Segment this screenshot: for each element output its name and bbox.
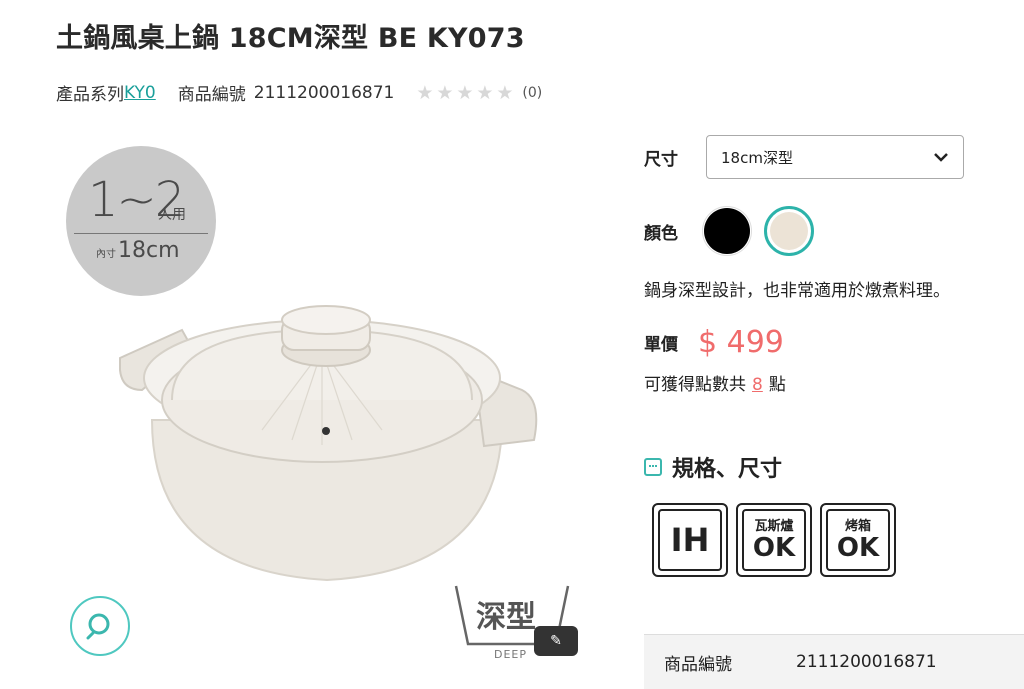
star-icon: ★ (496, 81, 514, 104)
pencil-icon: ✎ (550, 633, 562, 649)
ih-badge: IH (652, 503, 728, 577)
size-selected: 18cm深型 (721, 148, 793, 167)
deep-en-label: DEEP (494, 648, 528, 661)
star-icon: ★ (436, 81, 454, 104)
price-label: 單價 (644, 335, 678, 355)
product-description: 鍋身深型設計，也非常適用於燉煮料理。 (644, 281, 950, 301)
color-row: 顏色 (644, 206, 1024, 256)
spec-key: 商品編號 (664, 654, 732, 675)
gas-stove-badge: 瓦斯爐 OK (736, 503, 812, 577)
series-label: 產品系列 (56, 85, 124, 105)
price-value: $ 499 (698, 325, 784, 360)
capacity-badge: 1~2 人用 內寸18cm (66, 146, 216, 296)
color-swatch-black[interactable] (702, 206, 752, 256)
ruler-icon (644, 458, 662, 476)
spec-heading: 規格、尺寸 (644, 451, 1024, 483)
color-swatches (702, 206, 826, 256)
spec-table-row: 商品編號 2111200016871 (644, 634, 1024, 689)
points-link[interactable]: 8 (752, 375, 763, 395)
price-row: 單價 $ 499 (644, 325, 1024, 360)
product-title: 土鍋風桌上鍋 18CM深型 BE KY073 (56, 23, 525, 54)
pot-image (119, 305, 538, 582)
rating-stars[interactable]: ★ ★ ★ ★ ★ (416, 81, 516, 104)
star-icon: ★ (416, 81, 434, 104)
star-icon: ★ (476, 81, 494, 104)
zoom-button[interactable] (70, 596, 130, 656)
search-icon (86, 613, 110, 640)
color-swatch-beige[interactable] (764, 206, 814, 256)
size-label: 尺寸 (644, 149, 678, 170)
spec-value: 2111200016871 (796, 652, 937, 672)
review-count[interactable]: (0) (522, 85, 542, 101)
series-link[interactable]: KY0 (124, 83, 156, 103)
size-select[interactable]: 18cm深型 (706, 135, 964, 179)
chevron-down-icon (934, 153, 948, 162)
spec-badges: IH 瓦斯爐 OK 烤箱 OK (652, 503, 1024, 577)
deep-label: 深型 (476, 600, 536, 635)
product-options: 尺寸 18cm深型 顏色 鍋身深型設計，也非常適用於燉煮料理。 單價 $ 499… (644, 134, 1024, 577)
oven-badge: 烤箱 OK (820, 503, 896, 577)
star-icon: ★ (456, 81, 474, 104)
sku-label: 商品編號 (177, 85, 246, 105)
product-meta: 產品系列 KY0 商品編號 2111200016871 ★ ★ ★ ★ ★ (0… (56, 80, 542, 106)
badge-divider (74, 233, 208, 234)
edit-button[interactable]: ✎ (534, 626, 578, 656)
sku-value: 2111200016871 (253, 82, 395, 103)
product-gallery[interactable]: 1~2 人用 內寸18cm 深型 DEEP ✎ (56, 130, 596, 689)
color-label: 顏色 (644, 223, 678, 244)
size-row: 尺寸 18cm深型 (644, 134, 1024, 180)
points-info: 可獲得點數共 8 點 (644, 375, 786, 395)
badge-size: 內寸18cm (96, 238, 180, 263)
badge-people-unit: 人用 (158, 207, 186, 223)
